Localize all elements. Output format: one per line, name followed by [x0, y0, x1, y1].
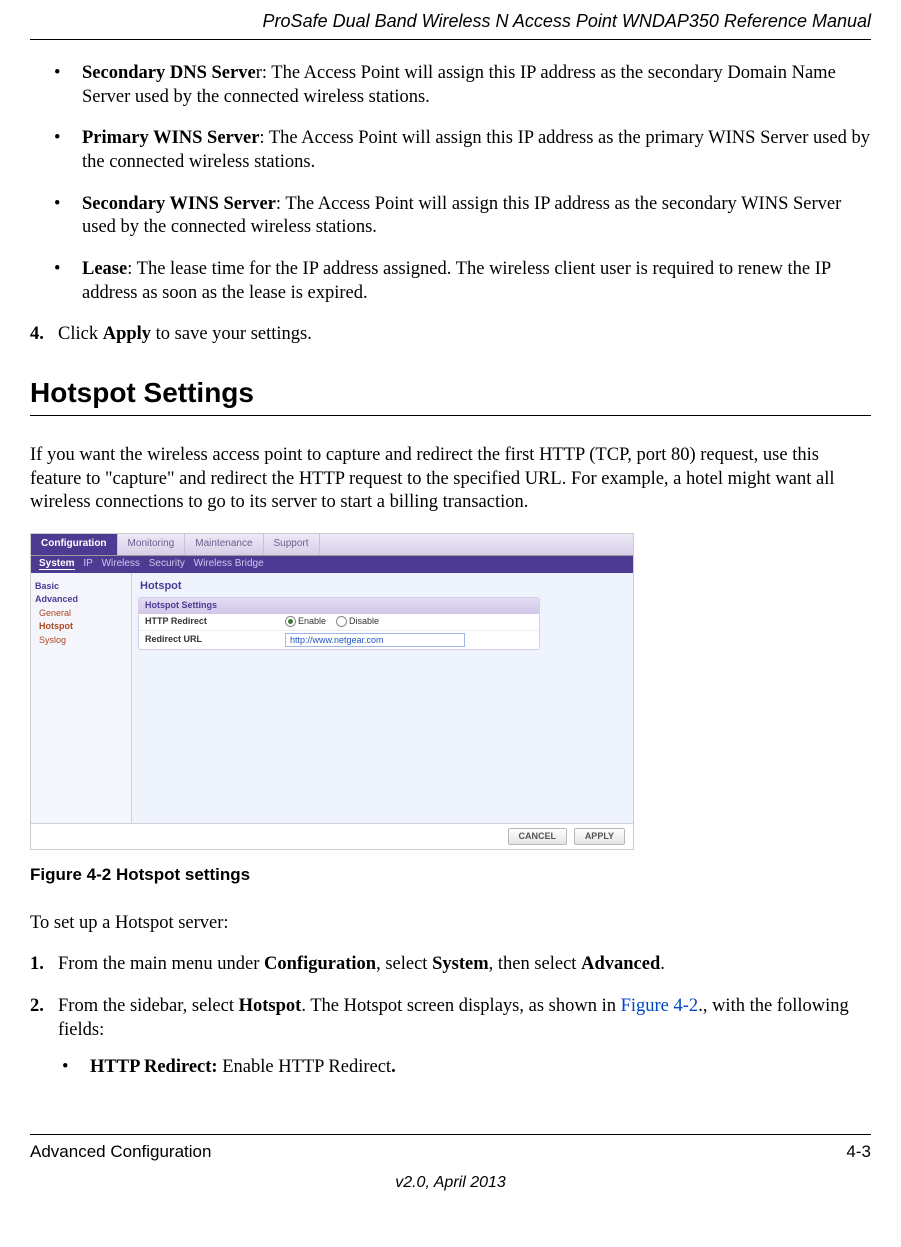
tab-maintenance[interactable]: Maintenance — [185, 534, 263, 555]
sidebar-advanced[interactable]: Advanced — [35, 594, 127, 606]
b: System — [432, 954, 489, 974]
subnav-wireless[interactable]: Wireless — [102, 558, 140, 569]
bullet-list-top: Secondary DNS Server: The Access Point w… — [54, 62, 871, 305]
sidebar-syslog[interactable]: Syslog — [39, 635, 127, 647]
bullet-desc: : The lease time for the IP address assi… — [82, 259, 831, 303]
step-text-pre: Click — [58, 324, 103, 344]
bullet-bold: Secondary DNS Serve — [82, 63, 256, 83]
subnav-wireless-bridge[interactable]: Wireless Bridge — [194, 558, 264, 569]
sidebar: Basic Advanced General Hotspot Syslog — [31, 573, 132, 823]
row-redirect-url: Redirect URL — [139, 631, 539, 649]
footer-page-number: 4-3 — [846, 1141, 871, 1163]
step-number: 4. — [30, 323, 58, 347]
t: . The Hotspot screen displays, as shown … — [301, 996, 620, 1016]
bullet-bold: Secondary WINS Server — [82, 194, 276, 214]
step-1: 1. From the main menu under Configuratio… — [30, 953, 871, 977]
tab-configuration[interactable]: Configuration — [31, 534, 118, 555]
radio-disable-label: Disable — [349, 616, 379, 628]
step-number: 1. — [30, 953, 58, 977]
b: Hotspot — [239, 996, 302, 1016]
t: , then select — [489, 954, 581, 974]
sub-bullet-http-redirect: HTTP Redirect: Enable HTTP Redirect. — [62, 1056, 871, 1080]
bullet-item: Lease: The lease time for the IP address… — [54, 258, 871, 305]
subnav-ip[interactable]: IP — [83, 558, 92, 569]
b: Advanced — [581, 954, 660, 974]
sidebar-general[interactable]: General — [39, 608, 127, 620]
tab-support[interactable]: Support — [264, 534, 320, 555]
label-http-redirect: HTTP Redirect — [145, 616, 285, 628]
section-heading-hotspot: Hotspot Settings — [30, 375, 871, 416]
t: From the sidebar, select — [58, 996, 239, 1016]
bullet-bold: Primary WINS Server — [82, 128, 259, 148]
t: , select — [376, 954, 432, 974]
doc-header-title: ProSafe Dual Band Wireless N Access Poin… — [30, 0, 871, 40]
row-http-redirect: HTTP Redirect Enable Disable — [139, 614, 539, 631]
apply-button[interactable]: APPLY — [574, 828, 625, 846]
step-4: 4. Click Apply to save your settings. — [30, 323, 871, 347]
intro-paragraph: If you want the wireless access point to… — [30, 444, 871, 515]
subnav-system[interactable]: System — [39, 558, 75, 570]
hotspot-settings-panel: Hotspot Settings HTTP Redirect Enable Di… — [138, 597, 540, 650]
t: From the main menu under — [58, 954, 264, 974]
t: . — [660, 954, 665, 974]
bullet-bold: Lease — [82, 259, 127, 279]
panel-header: Hotspot Settings — [139, 598, 539, 615]
cancel-button[interactable]: CANCEL — [508, 828, 568, 846]
step-text-bold: Apply — [103, 324, 151, 344]
b: Configuration — [264, 954, 376, 974]
step-body: From the sidebar, select Hotspot. The Ho… — [58, 995, 871, 1098]
step-text-post: to save your settings. — [151, 324, 312, 344]
radio-disable[interactable] — [336, 616, 347, 627]
step-body: Click Apply to save your settings. — [58, 323, 871, 347]
input-redirect-url[interactable] — [285, 633, 465, 647]
step-number: 2. — [30, 995, 58, 1098]
b: . — [391, 1057, 396, 1077]
hotspot-screenshot: Configuration Monitoring Maintenance Sup… — [30, 533, 634, 850]
top-tabs: Configuration Monitoring Maintenance Sup… — [31, 534, 633, 556]
sidebar-basic[interactable]: Basic — [35, 581, 127, 593]
step-body: From the main menu under Configuration, … — [58, 953, 871, 977]
bullet-item: Secondary DNS Server: The Access Point w… — [54, 62, 871, 109]
setup-intro: To set up a Hotspot server: — [30, 912, 871, 936]
page-footer: Advanced Configuration 4-3 — [30, 1134, 871, 1163]
tab-monitoring[interactable]: Monitoring — [118, 534, 186, 555]
panel-footer: CANCEL APPLY — [31, 823, 633, 850]
subnav-security[interactable]: Security — [149, 558, 185, 569]
label-redirect-url: Redirect URL — [145, 634, 285, 646]
figure-link[interactable]: Figure 4-2 — [621, 996, 699, 1016]
step-2: 2. From the sidebar, select Hotspot. The… — [30, 995, 871, 1098]
b: HTTP Redirect: — [90, 1057, 222, 1077]
figure-caption: Figure 4-2 Hotspot settings — [30, 864, 871, 886]
sub-nav: System IP Wireless Security Wireless Bri… — [31, 556, 633, 573]
radio-enable[interactable] — [285, 616, 296, 627]
radio-enable-label: Enable — [298, 616, 326, 628]
main-panel-area: Hotspot Hotspot Settings HTTP Redirect E… — [132, 573, 633, 823]
footer-version: v2.0, April 2013 — [30, 1173, 871, 1193]
bullet-item: Secondary WINS Server: The Access Point … — [54, 193, 871, 240]
sidebar-hotspot[interactable]: Hotspot — [39, 621, 127, 633]
panel-page-title: Hotspot — [140, 579, 627, 593]
bullet-item: Primary WINS Server: The Access Point wi… — [54, 127, 871, 174]
footer-left: Advanced Configuration — [30, 1141, 211, 1163]
t: Enable HTTP Redirect — [222, 1057, 391, 1077]
